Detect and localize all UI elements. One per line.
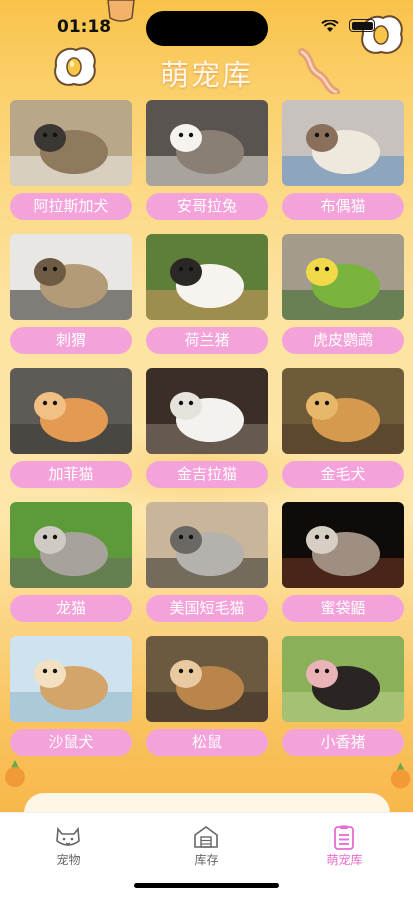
- budgerigar-photo: [282, 234, 404, 320]
- pet-card[interactable]: 金吉拉猫: [146, 368, 268, 488]
- gerbil-photo: [10, 636, 132, 722]
- pet-name-button[interactable]: 金吉拉猫: [146, 461, 268, 488]
- pet-name-button[interactable]: 美国短毛猫: [146, 595, 268, 622]
- pet-card[interactable]: 小香猪: [282, 636, 404, 756]
- pet-name-button[interactable]: 龙猫: [10, 595, 132, 622]
- american-shorthair-photo: [146, 502, 268, 588]
- pet-name-button[interactable]: 虎皮鹦鹉: [282, 327, 404, 354]
- pet-name-button[interactable]: 刺猬: [10, 327, 132, 354]
- angora-rabbit-photo: [146, 100, 268, 186]
- tab-pets[interactable]: 宠物: [0, 813, 137, 873]
- pet-name-button[interactable]: 沙鼠犬: [10, 729, 132, 756]
- chinchilla-cat-photo: [146, 368, 268, 454]
- pet-name-button[interactable]: 荷兰猪: [146, 327, 268, 354]
- pet-card[interactable]: 刺猬: [10, 234, 132, 354]
- pet-card[interactable]: 布偶猫: [282, 100, 404, 220]
- pet-card[interactable]: 美国短毛猫: [146, 502, 268, 622]
- chinchilla-photo: [10, 502, 132, 588]
- pet-name-button[interactable]: 安哥拉兔: [146, 193, 268, 220]
- alaskan-dog-photo: [10, 100, 132, 186]
- chipmunk-photo: [146, 636, 268, 722]
- tab-label: 库存: [194, 853, 219, 867]
- golden-retriever-photo: [282, 368, 404, 454]
- sugar-glider-photo: [282, 502, 404, 588]
- warehouse-icon: [194, 826, 218, 848]
- pet-grid: 阿拉斯加犬 安哥拉兔 布偶猫刺猬 荷兰猪 虎皮鹦鹉加菲猫 金吉拉猫 金毛犬龙猫 美国短毛猫 蜜袋…: [0, 0, 413, 812]
- pet-card[interactable]: 荷兰猪: [146, 234, 268, 354]
- tab-bar: 宠物 库存 萌宠库: [0, 812, 413, 897]
- pet-card[interactable]: 阿拉斯加犬: [10, 100, 132, 220]
- hedgehog-photo: [10, 234, 132, 320]
- pet-name-button[interactable]: 金毛犬: [282, 461, 404, 488]
- ragdoll-cat-photo: [282, 100, 404, 186]
- pet-card[interactable]: 安哥拉兔: [146, 100, 268, 220]
- pet-card[interactable]: 松鼠: [146, 636, 268, 756]
- cat-face-icon: [56, 826, 80, 846]
- pet-name-button[interactable]: 蜜袋鼯: [282, 595, 404, 622]
- pet-name-button[interactable]: 阿拉斯加犬: [10, 193, 132, 220]
- pet-name-button[interactable]: 小香猪: [282, 729, 404, 756]
- tab-label: 宠物: [56, 853, 81, 867]
- tab-inventory[interactable]: 库存: [138, 813, 275, 873]
- tab-label: 萌宠库: [326, 853, 363, 867]
- pet-card[interactable]: 虎皮鹦鹉: [282, 234, 404, 354]
- pet-name-button[interactable]: 布偶猫: [282, 193, 404, 220]
- pet-name-button[interactable]: 松鼠: [146, 729, 268, 756]
- pet-name-button[interactable]: 加菲猫: [10, 461, 132, 488]
- home-indicator: [134, 883, 279, 888]
- pet-card[interactable]: 沙鼠犬: [10, 636, 132, 756]
- pet-card[interactable]: 蜜袋鼯: [282, 502, 404, 622]
- list-icon: [334, 825, 354, 850]
- pet-card[interactable]: 龙猫: [10, 502, 132, 622]
- guinea-pig-photo: [146, 234, 268, 320]
- exotic-cat-photo: [10, 368, 132, 454]
- mini-pig-photo: [282, 636, 404, 722]
- pet-card[interactable]: 加菲猫: [10, 368, 132, 488]
- pet-card[interactable]: 金毛犬: [282, 368, 404, 488]
- tab-pet-library[interactable]: 萌宠库: [276, 813, 413, 873]
